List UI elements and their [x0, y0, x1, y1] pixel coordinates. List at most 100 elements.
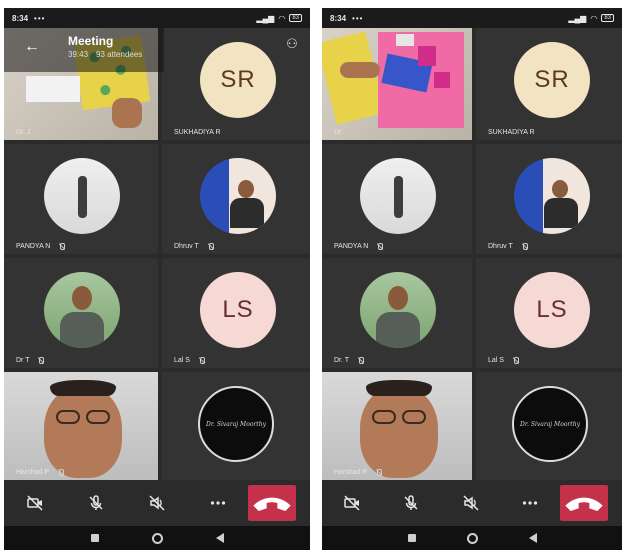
participant-video-tile[interactable]: Dr.: [322, 28, 472, 140]
mute-button[interactable]: [382, 480, 442, 526]
avatar: [360, 158, 436, 234]
participant-tile[interactable]: LS Lal S: [476, 258, 622, 368]
home-icon[interactable]: [151, 532, 163, 544]
camera-toggle-button[interactable]: [322, 480, 382, 526]
participant-tile[interactable]: SR SUKHADIYA R: [476, 28, 622, 140]
avatar-initials: SR: [514, 42, 590, 118]
more-icon: [210, 501, 225, 505]
android-nav-bar: [4, 526, 310, 550]
participant-name-row: Harshad P: [16, 469, 65, 476]
participant-name: Harshad P: [16, 469, 50, 476]
add-participant-icon[interactable]: ⚇: [282, 36, 302, 54]
participant-tile[interactable]: Dhruv T: [476, 144, 622, 254]
hang-up-button[interactable]: [560, 485, 608, 521]
logo-signature: Dr. Sivaraj Moorthy: [520, 420, 580, 428]
participant-tile[interactable]: Dr. Sivaraj Moorthy: [476, 372, 622, 480]
camera-toggle-button[interactable]: [4, 480, 65, 526]
profile-logo: Dr. Sivaraj Moorthy: [512, 386, 588, 462]
mic-off-icon: [198, 357, 205, 364]
mic-off-icon: [57, 469, 65, 476]
participant-name: PANDYA N: [334, 243, 369, 250]
participant-tile[interactable]: Dr. T: [322, 258, 472, 368]
notification-icons: •••: [352, 13, 364, 23]
participant-name: Dr.: [334, 129, 343, 136]
speaker-toggle-button[interactable]: [441, 480, 501, 526]
participant-video-tile[interactable]: Harshad P: [4, 372, 158, 480]
battery-icon: 83: [289, 14, 302, 22]
wifi-icon: ◠: [278, 13, 286, 23]
status-time: 8:34: [12, 13, 29, 23]
speaker-off-icon: [463, 495, 479, 511]
video-off-icon: [344, 495, 360, 511]
avatar: [44, 158, 120, 234]
call-controls: [4, 480, 310, 526]
home-icon[interactable]: [466, 532, 478, 544]
participant-name-row: Dr. T: [334, 357, 365, 364]
avatar: [44, 272, 120, 348]
meeting-header: ← Meeting 39:43 93 attendees: [4, 28, 164, 72]
participant-name: Lal S: [488, 357, 504, 364]
hang-up-button[interactable]: [248, 485, 296, 521]
profile-logo: Dr. Sivaraj Moorthy: [198, 386, 274, 462]
avatar-initials: LS: [200, 272, 276, 348]
participant-tile[interactable]: LS Lal S: [162, 258, 310, 368]
recents-icon[interactable]: [90, 534, 99, 542]
participant-name: SUKHADIYA R: [488, 129, 535, 136]
more-options-button[interactable]: [187, 480, 248, 526]
participant-name: Dr. J: [16, 129, 31, 136]
speaker-toggle-button[interactable]: [126, 480, 187, 526]
more-options-button[interactable]: [501, 480, 561, 526]
notification-icons: •••: [34, 13, 46, 23]
status-bar: 8:34 ••• ▂▄▆ ◠ 83: [322, 8, 622, 28]
participant-name: Dhruv T: [174, 243, 199, 250]
avatar: [360, 272, 436, 348]
phone-screen-right: 8:34 ••• ▂▄▆ ◠ 83 Dr. SR SUKHADIYA R PAN…: [322, 8, 622, 550]
back-icon[interactable]: [215, 533, 224, 543]
participant-tile[interactable]: PANDYA N: [322, 144, 472, 254]
call-controls: [322, 480, 622, 526]
participant-tile[interactable]: Dr. Sivaraj Moorthy: [162, 372, 310, 480]
participant-name-row: Lal S: [174, 357, 205, 364]
mic-off-icon: [512, 357, 519, 364]
participant-tile[interactable]: PANDYA N: [4, 144, 158, 254]
participant-name-row: PANDYA N: [16, 243, 66, 250]
participant-name: Lal S: [174, 357, 190, 364]
signal-icon: ▂▄▆: [256, 13, 275, 23]
back-icon[interactable]: [528, 533, 537, 543]
android-nav-bar: [322, 526, 622, 550]
participant-name: Harshad P: [334, 469, 368, 476]
wifi-icon: ◠: [590, 13, 598, 23]
mic-off-icon: [357, 357, 365, 364]
mic-off-icon: [375, 469, 383, 476]
participant-tile[interactable]: Dhruv T: [162, 144, 310, 254]
avatar: [200, 158, 276, 234]
meeting-duration: 39:43: [68, 50, 89, 59]
system-icons: ▂▄▆ ◠ 83: [256, 14, 302, 23]
mute-button[interactable]: [65, 480, 126, 526]
avatar-initials: SR: [200, 42, 276, 118]
mic-off-icon: [521, 243, 528, 250]
video-grid: Dr. SR SUKHADIYA R PANDYA N Dhruv T Dr. …: [322, 28, 622, 480]
participant-name: PANDYA N: [16, 243, 51, 250]
speaker-off-icon: [148, 495, 165, 511]
participant-tile[interactable]: Dr T: [4, 258, 158, 368]
signal-icon: ▂▄▆: [568, 13, 587, 23]
participant-name: Dr. T: [334, 357, 350, 364]
meeting-title: Meeting: [68, 34, 114, 48]
mic-off-icon: [404, 495, 418, 510]
participant-name: SUKHADIYA R: [174, 129, 221, 136]
mic-off-icon: [37, 357, 45, 364]
video-off-icon: [26, 495, 43, 511]
mic-off-icon: [376, 243, 384, 250]
participant-name: Dhruv T: [488, 243, 513, 250]
participant-name-row: Dr T: [16, 357, 45, 364]
status-bar: 8:34 ••• ▂▄▆ ◠ 83: [4, 8, 310, 28]
status-time: 8:34: [330, 13, 347, 23]
back-arrow-icon[interactable]: ←: [24, 38, 40, 56]
recents-icon[interactable]: [407, 534, 416, 542]
participant-name-row: Dhruv T: [174, 243, 214, 250]
mic-off-icon: [207, 243, 214, 250]
mic-off-icon: [58, 243, 66, 250]
participant-name-row: Harshad P: [334, 469, 383, 476]
participant-video-tile[interactable]: Harshad P: [322, 372, 472, 480]
